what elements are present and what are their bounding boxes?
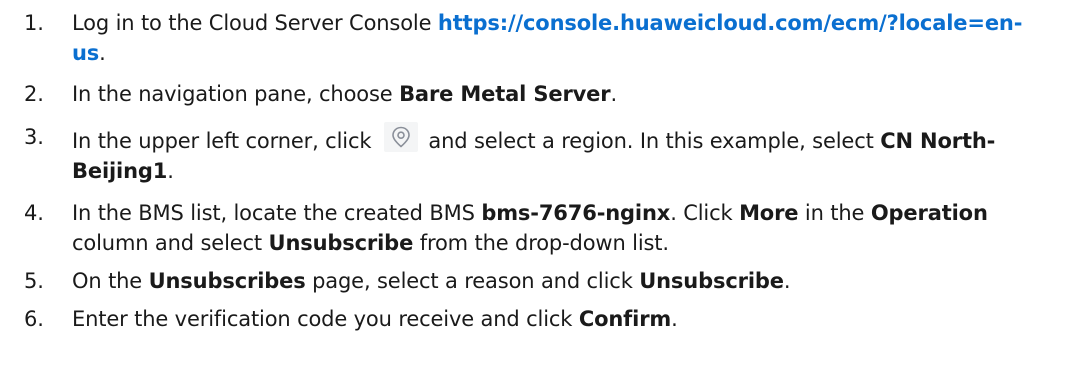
- step-text-segment: .: [610, 82, 618, 106]
- step-text-segment: .: [167, 159, 174, 183]
- step-text-segment: column and select: [72, 231, 269, 255]
- bold-term: Confirm: [578, 307, 672, 331]
- step-6: 6. Enter the verification code you recei…: [24, 304, 1048, 334]
- step-text-segment: in the: [798, 201, 871, 225]
- step-5: 5. On the Unsubscribes page, select a re…: [24, 266, 1048, 296]
- step-number: 1.: [24, 11, 44, 35]
- step-text-segment: In the upper left corner, click: [72, 129, 378, 153]
- step-number: 4.: [24, 201, 44, 225]
- step-2: 2. In the navigation pane, choose Bare M…: [24, 79, 1048, 109]
- bold-term: Operation: [870, 201, 988, 225]
- step-text-segment: .: [99, 41, 106, 65]
- step-number: 2.: [24, 82, 44, 106]
- bold-term: bms-7676-nginx: [481, 201, 671, 225]
- step-text-segment: .: [671, 307, 678, 331]
- bold-term: More: [739, 201, 799, 225]
- step-text-segment: In the navigation pane, choose: [72, 82, 400, 106]
- step-text-segment: Enter the verification code you receive …: [72, 307, 579, 331]
- location-pin-icon: [383, 122, 418, 152]
- procedure-document: 1. Log in to the Cloud Server Console ht…: [0, 0, 1068, 383]
- step-text: In the navigation pane, choose Bare Meta…: [72, 79, 1048, 109]
- bold-term: Bare Metal Server: [399, 82, 611, 106]
- step-text-segment: In the BMS list, locate the created BMS: [72, 201, 482, 225]
- step-text: In the BMS list, locate the created BMS …: [72, 198, 1048, 258]
- step-number: 5.: [24, 269, 44, 293]
- step-text-segment: Log in to the Cloud Server Console: [72, 11, 438, 35]
- steps-list: 1. Log in to the Cloud Server Console ht…: [24, 8, 1048, 334]
- step-text: On the Unsubscribes page, select a reaso…: [72, 266, 1048, 296]
- step-text-segment: . Click: [670, 201, 740, 225]
- step-4: 4. In the BMS list, locate the created B…: [24, 198, 1048, 258]
- step-text-segment: page, select a reason and click: [305, 269, 640, 293]
- bold-term: Unsubscribe: [639, 269, 784, 293]
- step-text-segment: .: [783, 269, 791, 293]
- step-text: Log in to the Cloud Server Console https…: [72, 8, 1048, 68]
- step-text: Enter the verification code you receive …: [72, 304, 1048, 334]
- step-text-segment: and select a region. In this example, se…: [421, 129, 881, 153]
- step-text-segment: from the drop-down list.: [413, 231, 669, 255]
- step-number: 3.: [24, 125, 44, 149]
- step-1: 1. Log in to the Cloud Server Console ht…: [24, 8, 1048, 68]
- step-number: 6.: [24, 307, 44, 331]
- bold-term: Unsubscribes: [148, 269, 306, 293]
- step-text: In the upper left corner, click and sele…: [72, 122, 1048, 186]
- bold-term: Unsubscribe: [268, 231, 414, 255]
- step-3: 3. In the upper left corner, click and s…: [24, 122, 1048, 186]
- step-text-segment: On the: [72, 269, 149, 293]
